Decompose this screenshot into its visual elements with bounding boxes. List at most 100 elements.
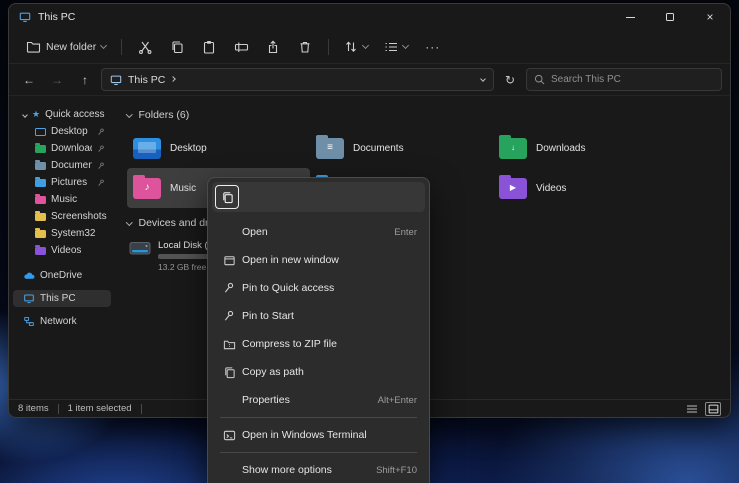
desktop-icon (35, 128, 46, 136)
sidebar-item-label: System32 (51, 228, 95, 239)
sidebar-item-screenshots[interactable]: Screenshots (13, 208, 111, 225)
sidebar-item-label: This PC (40, 293, 76, 304)
folder-name: Videos (536, 183, 566, 194)
sidebar-item-onedrive[interactable]: OneDrive (13, 267, 111, 284)
menu-item-copy-as-path[interactable]: Copy as path (212, 358, 425, 386)
new-folder-label: New folder (46, 41, 96, 53)
sidebar-item-network[interactable]: Network (13, 313, 111, 330)
folder-name: Music (170, 183, 196, 194)
chevron-down-icon (100, 42, 107, 49)
delete-button[interactable] (290, 34, 320, 60)
rename-icon (234, 40, 249, 54)
new-folder-button[interactable]: New folder (19, 36, 113, 57)
menu-item-open-in-windows-terminal[interactable]: Open in Windows Terminal (212, 421, 425, 449)
chevron-down-icon (362, 42, 369, 49)
menu-item-pin-to-quick-access[interactable]: Pin to Quick access (212, 274, 425, 302)
folder-name: Documents (353, 143, 404, 154)
sidebar-item-documents[interactable]: Documents (13, 157, 111, 174)
search-input[interactable] (551, 74, 714, 85)
titlebar[interactable]: This PC × (9, 4, 730, 30)
sidebar-item-label: Downloads (51, 143, 92, 154)
menu-item-compress-to-zip[interactable]: Compress to ZIP file (212, 330, 425, 358)
collapse-chevron-icon (126, 111, 132, 117)
documents-folder-icon (35, 162, 46, 170)
menu-item-open[interactable]: Open Enter (212, 218, 425, 246)
paste-button[interactable] (194, 34, 224, 60)
folders-section-header[interactable]: Folders (6) (127, 108, 730, 122)
address-dropdown-icon[interactable] (480, 76, 486, 82)
sidebar-item-downloads[interactable]: Downloads (13, 140, 111, 157)
documents-folder-icon: ≡ (316, 138, 344, 159)
sidebar-item-label: Network (40, 316, 77, 327)
back-button[interactable]: ← (17, 68, 41, 92)
thumbnail-view-button[interactable] (705, 402, 721, 416)
cut-button[interactable] (130, 34, 160, 60)
view-button[interactable] (377, 37, 415, 57)
sidebar-item-desktop[interactable]: Desktop (13, 123, 111, 140)
copy-path-icon (216, 366, 242, 379)
menu-separator (220, 452, 417, 453)
folder-tile-downloads[interactable]: ↓ Downloads (493, 128, 676, 168)
sidebar-item-quick-access[interactable]: ★ Quick access (13, 106, 111, 123)
navigation-bar: ← → ↑ This PC ↻ (9, 64, 730, 96)
share-button[interactable] (258, 34, 288, 60)
menu-item-properties[interactable]: Properties Alt+Enter (212, 386, 425, 414)
minimize-icon (626, 17, 635, 18)
copy-icon (170, 40, 184, 54)
this-pc-icon (23, 293, 35, 304)
explorer-app-icon (19, 11, 31, 23)
sidebar-item-label: Music (51, 194, 77, 205)
close-button[interactable]: × (690, 4, 730, 30)
sidebar-item-label: Videos (51, 245, 81, 256)
videos-folder-icon: ▶ (499, 178, 527, 199)
address-bar[interactable]: This PC (101, 68, 494, 91)
context-menu-quick-actions (212, 182, 425, 212)
folder-tile-documents[interactable]: ≡ Documents (310, 128, 493, 168)
downloads-folder-icon (35, 145, 46, 153)
breadcrumb-chevron-icon[interactable] (171, 76, 177, 82)
sidebar-item-pictures[interactable]: Pictures (13, 174, 111, 191)
menu-item-show-more-options[interactable]: Show more options Shift+F10 (212, 456, 425, 483)
desktop-wallpaper: This PC × New folder (0, 0, 739, 483)
sidebar-item-this-pc[interactable]: This PC (13, 290, 111, 307)
status-divider (141, 404, 142, 414)
drive-icon (129, 239, 151, 259)
sidebar-item-music[interactable]: Music (13, 191, 111, 208)
sidebar-item-system32[interactable]: System32 (13, 225, 111, 242)
window-title: This PC (38, 11, 75, 23)
pictures-folder-icon (35, 179, 46, 187)
rename-button[interactable] (226, 34, 256, 60)
shortcut-label: Shift+F10 (368, 465, 417, 476)
see-more-button[interactable]: ··· (417, 40, 448, 54)
breadcrumb-this-pc[interactable]: This PC (128, 74, 165, 86)
toolbar-divider (121, 39, 122, 55)
refresh-button[interactable]: ↻ (498, 68, 522, 91)
folder-tile-videos[interactable]: ▶ Videos (493, 168, 676, 208)
search-box[interactable] (526, 68, 722, 91)
folders-section-label: Folders (6) (139, 109, 190, 121)
copy-icon (221, 191, 234, 204)
network-icon (23, 316, 35, 327)
maximize-button[interactable] (650, 4, 690, 30)
folder-name: Downloads (536, 143, 585, 154)
folder-name: Desktop (170, 143, 207, 154)
folder-tile-desktop[interactable]: Desktop (127, 128, 310, 168)
sidebar-item-label: Desktop (51, 126, 88, 137)
pin-icon (97, 162, 105, 170)
forward-button[interactable]: → (45, 68, 69, 92)
this-pc-icon (110, 74, 122, 86)
quick-action-copy-button[interactable] (215, 185, 239, 209)
up-button[interactable]: ↑ (73, 68, 97, 92)
pin-icon (97, 179, 105, 187)
menu-item-pin-to-start[interactable]: Pin to Start (212, 302, 425, 330)
sort-button[interactable] (337, 36, 375, 57)
minimize-button[interactable] (610, 4, 650, 30)
sidebar-item-videos[interactable]: Videos (13, 242, 111, 259)
menu-item-open-in-new-window[interactable]: Open in new window (212, 246, 425, 274)
details-view-button[interactable] (684, 402, 700, 416)
context-menu: Open Enter Open in new window Pin to Qui… (207, 177, 430, 483)
view-icon (384, 41, 398, 53)
copy-button[interactable] (162, 34, 192, 60)
chevron-down-icon (22, 112, 28, 118)
sidebar-item-label: Screenshots (51, 211, 107, 222)
